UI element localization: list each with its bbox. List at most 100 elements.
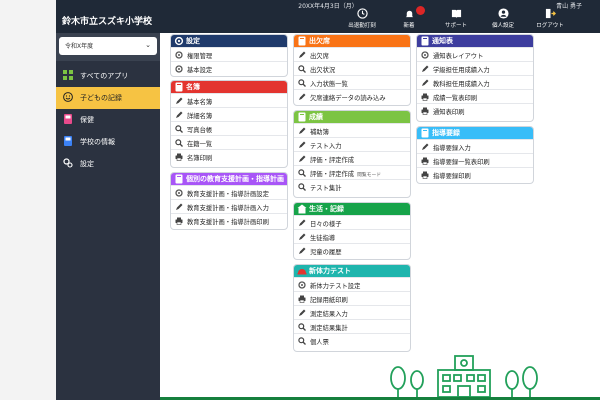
printer-icon	[175, 217, 183, 225]
menu-item-absence-data-import[interactable]: 欠席連絡データの読み込み	[294, 89, 410, 103]
menu-item-label: 出欠席	[310, 53, 329, 60]
sidebar-item-child-records[interactable]: 子どもの記録	[56, 87, 160, 109]
pencil-icon	[299, 219, 306, 226]
menu-item-result-input[interactable]: 測定結果入力	[294, 305, 410, 319]
menu-item-fitness-settings[interactable]: 新体力テスト設定	[294, 277, 410, 291]
printer-icon	[421, 171, 429, 179]
menu-item-evaluation-create[interactable]: 評価・評定作成	[294, 151, 410, 165]
health-book-icon	[64, 114, 72, 124]
sidebar-item-all-apps[interactable]: すべてのアプリ	[56, 65, 160, 87]
sidebar-item-label: 学校の情報	[80, 138, 115, 146]
menu-item-guidance-input[interactable]: 指導要録入力	[417, 139, 533, 153]
menu-item-photo-register[interactable]: 写真台帳	[171, 121, 287, 135]
sidebar-item-school-info[interactable]: 学校の情報	[56, 131, 160, 153]
menu-item-support-plan-settings[interactable]: 教育支援計画・指導計画設定	[171, 185, 287, 199]
notifications-button[interactable]: 新着	[389, 6, 429, 29]
menu-item-label: 教育支援計画・指導計画印刷	[187, 219, 269, 226]
menu-item-support-plan-input[interactable]: 教育支援計画・指導計画入力	[171, 199, 287, 213]
printer-icon	[298, 295, 306, 303]
card-grades: 成績 補助簿 テスト入力 評価・評定作成 評価・評定作成 閲覧モード テスト集計	[293, 110, 411, 198]
clock-in-button[interactable]: 出退勤打刻	[342, 8, 382, 29]
menu-item-homeroom-grade-input[interactable]: 学級担任用成績入力	[417, 61, 533, 75]
menu-item-attendance-status[interactable]: 出欠状況	[294, 61, 410, 75]
gear-icon	[298, 281, 306, 289]
menu-item-label: 通知表レイアウト	[433, 53, 484, 60]
support-button[interactable]: サポート	[436, 8, 476, 29]
search-icon	[298, 337, 306, 345]
pencil-icon	[299, 127, 306, 134]
pencil-icon	[299, 247, 306, 254]
search-icon	[298, 183, 306, 191]
year-select[interactable]: 令和X年度 ⌄	[59, 37, 157, 55]
menu-item-label: 指導要録印刷	[433, 173, 471, 180]
menu-item-support-plan-print[interactable]: 教育支援計画・指導計画印刷	[171, 213, 287, 227]
menu-item-result-aggregation[interactable]: 測定結果集計	[294, 319, 410, 333]
search-icon	[298, 79, 306, 87]
card-header-attendance: 出欠席	[294, 35, 410, 47]
printer-icon	[175, 153, 183, 161]
school-illustration	[390, 355, 538, 398]
card-title: 通知表	[432, 37, 453, 45]
chevron-down-icon: ⌄	[145, 41, 151, 49]
card-title: 生活・記録	[309, 205, 344, 213]
card-life-records: 生活・記録 日々の様子 生徒指導 児童の履歴	[293, 202, 411, 260]
sidebar-item-settings[interactable]: 設定	[56, 153, 160, 175]
personal-settings-label: 個人設定	[491, 23, 514, 29]
menu-item-label: 詳細名簿	[187, 113, 213, 120]
menu-item-input-status-list[interactable]: 入力状態一覧	[294, 75, 410, 89]
menu-item-report-print[interactable]: 通知表印刷	[417, 103, 533, 117]
menu-item-child-history[interactable]: 児童の履歴	[294, 243, 410, 257]
menu-item-guidance-print[interactable]: 指導要録印刷	[417, 167, 533, 181]
menu-item-label: 教科担任用成績入力	[433, 81, 490, 88]
menu-item-label: 評価・評定作成	[310, 157, 355, 164]
user-icon	[497, 8, 509, 19]
pencil-icon	[299, 141, 306, 148]
personal-settings-button[interactable]: 個人設定	[483, 8, 523, 29]
logout-icon	[545, 8, 556, 19]
menu-item-personal-sheet[interactable]: 個人票	[294, 333, 410, 347]
menu-item-label: 欠席連絡データの読み込み	[310, 95, 386, 102]
support-label: サポート	[444, 23, 467, 29]
menu-item-roster-print[interactable]: 名簿印刷	[171, 149, 287, 163]
menu-item-enrollment-list[interactable]: 在籍一覧	[171, 135, 287, 149]
gear-icon	[175, 189, 183, 197]
pencil-icon	[176, 111, 183, 118]
card-title: 設定	[186, 37, 200, 45]
sidebar-item-label: 設定	[80, 160, 94, 168]
menu-item-report-layout[interactable]: 通知表レイアウト	[417, 47, 533, 61]
printer-icon	[421, 157, 429, 165]
card-title: 個別の教育支援計画・指導計画	[186, 175, 284, 183]
menu-item-grade-list-print[interactable]: 成績一覧表印刷	[417, 89, 533, 103]
menu-item-subject-grade-input[interactable]: 教科担任用成績入力	[417, 75, 533, 89]
menu-item-label: 在籍一覧	[187, 141, 213, 148]
menu-item-permission-management[interactable]: 権限管理	[171, 47, 287, 61]
menu-item-daily-condition[interactable]: 日々の様子	[294, 215, 410, 229]
menu-item-test-input[interactable]: テスト入力	[294, 137, 410, 151]
logout-button[interactable]: ログアウト	[530, 8, 570, 29]
book-icon	[451, 9, 461, 19]
info-book-icon	[64, 136, 72, 146]
smile-icon	[63, 92, 73, 102]
menu-item-detailed-roster[interactable]: 詳細名簿	[171, 107, 287, 121]
sidebar-item-health[interactable]: 保健	[56, 109, 160, 131]
card-header-settings: 設定	[171, 35, 287, 47]
menu-item-test-aggregation[interactable]: テスト集計	[294, 179, 410, 193]
menu-item-record-sheet-print[interactable]: 記録用紙印刷	[294, 291, 410, 305]
menu-item-label: 入力状態一覧	[310, 81, 348, 88]
card-fitness-test: 新体力テスト 新体力テスト設定 記録用紙印刷 測定結果入力 測定結果集計 個人票	[293, 264, 411, 352]
search-icon	[298, 323, 306, 331]
menu-item-basic-roster[interactable]: 基本名簿	[171, 93, 287, 107]
menu-item-label: 教育支援計画・指導計画入力	[187, 205, 269, 212]
menu-item-label: 指導要録入力	[433, 145, 471, 152]
tree-illustration	[390, 366, 406, 390]
logout-label: ログアウト	[536, 23, 564, 29]
menu-item-basic-settings[interactable]: 基本設定	[171, 61, 287, 75]
card-report-card: 通知表 通知表レイアウト 学級担任用成績入力 教科担任用成績入力 成績一覧表印刷…	[416, 34, 534, 122]
menu-item-guidance-list-print[interactable]: 指導要録一覧表印刷	[417, 153, 533, 167]
sidebar-top: 令和X年度 ⌄	[56, 33, 160, 61]
menu-item-auxiliary-book[interactable]: 補助簿	[294, 123, 410, 137]
menu-item-evaluation-view-mode[interactable]: 評価・評定作成 閲覧モード	[294, 165, 410, 179]
roster-book-icon	[175, 82, 183, 92]
menu-item-student-guidance[interactable]: 生徒指導	[294, 229, 410, 243]
menu-item-attendance[interactable]: 出欠席	[294, 47, 410, 61]
